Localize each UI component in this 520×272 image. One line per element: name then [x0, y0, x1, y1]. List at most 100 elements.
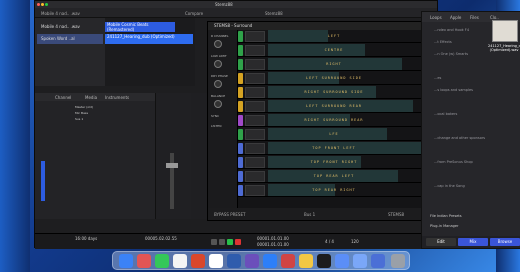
channel-lane[interactable]: TOP REAR RIGHT: [238, 184, 430, 197]
audio-clip[interactable]: Mobile Cosmic Beats (Remastered): [105, 22, 175, 32]
play-icon[interactable]: [227, 239, 233, 245]
tab-channel[interactable]: Channel: [55, 95, 71, 100]
brave-icon[interactable]: [191, 254, 205, 268]
record-icon[interactable]: [235, 239, 241, 245]
tab-instruments[interactable]: Instruments: [105, 95, 129, 100]
channel-lane[interactable]: TOP FRONT LEFT: [238, 142, 430, 155]
word-icon[interactable]: [227, 254, 241, 268]
browser-item[interactable]: ...from PreSonus Shop: [434, 160, 473, 164]
plugin-name[interactable]: Stemz88: [265, 11, 283, 16]
mixer-tabs: Channel Media Instruments: [35, 93, 155, 101]
browser-item[interactable]: ...s loops and samples: [434, 88, 473, 92]
side-label: DRY PHASE: [211, 74, 228, 78]
file-thumbnail[interactable]: [492, 20, 518, 42]
close-icon[interactable]: [37, 3, 40, 6]
desktop-file-label[interactable]: 241127_Hearing_dub (Optimized).wav: [488, 44, 520, 52]
teams-icon[interactable]: [245, 254, 259, 268]
presets-label[interactable]: File Indian Presets: [430, 214, 462, 218]
plugin-manager[interactable]: Plug-in Manager: [430, 224, 458, 228]
channel-lane[interactable]: CENTRE: [238, 44, 430, 57]
rewind-icon[interactable]: [211, 239, 217, 245]
tab-media[interactable]: Media: [85, 95, 97, 100]
mix-button[interactable]: Mix: [458, 238, 488, 246]
compare-button[interactable]: Compare: [185, 11, 203, 16]
track-list: Mobile 4 nad.. .wav Spoken Word ..al: [35, 18, 105, 86]
mixer-row[interactable]: Mic Bass: [75, 111, 105, 116]
plugin-footer: BYPASS PRESET Bus 1 STEMS8: [208, 208, 428, 220]
mixer-row[interactable]: Sus 1: [75, 117, 105, 122]
inspector-strip: [191, 93, 207, 219]
tab-apple[interactable]: Apple: [450, 15, 461, 20]
channel-lane[interactable]: LEFT SURROUND SIDE: [238, 72, 430, 85]
knob-icon[interactable]: [214, 60, 222, 68]
toolbar-track-name[interactable]: Mobile 4 nad.. .wav: [41, 11, 80, 16]
browser-item[interactable]: ...cap in the Song: [434, 184, 465, 188]
browser-item[interactable]: ...ocal bakers: [434, 112, 457, 116]
dock: [112, 251, 410, 270]
knob-icon[interactable]: [214, 40, 222, 48]
audio-clip[interactable]: 241127_Hearing_dub (Optimized): [105, 34, 193, 44]
transport-bar: 16:00 days 00005.02.02.55 00001.01.01.00…: [35, 233, 439, 249]
tab-loops[interactable]: Loops: [430, 15, 442, 20]
time-signature[interactable]: 4 / 4: [325, 239, 334, 244]
trash-icon[interactable]: [391, 254, 405, 268]
channel-lane[interactable]: RIGHT: [238, 58, 430, 71]
powerpoint-icon[interactable]: [281, 254, 295, 268]
fader-handle[interactable]: [166, 163, 178, 168]
zoom-icon[interactable]: [45, 3, 48, 6]
browser-item[interactable]: ...es: [434, 76, 441, 80]
plugin-title: STEMS8 - Surround: [208, 22, 428, 30]
channel-lane[interactable]: RIGHT SURROUND REAR: [238, 114, 430, 127]
browse-button[interactable]: Browse: [490, 238, 520, 246]
launchpad-icon[interactable]: [137, 254, 151, 268]
chrome-icon[interactable]: [173, 254, 187, 268]
calendar-icon[interactable]: [209, 254, 223, 268]
stop-icon[interactable]: [219, 239, 225, 245]
channel-lane[interactable]: TOP FRONT RIGHT: [238, 156, 430, 169]
bypass-preset[interactable]: BYPASS PRESET: [214, 212, 245, 217]
wallpaper-left: [0, 0, 30, 272]
messages-icon[interactable]: [155, 254, 169, 268]
tab-files[interactable]: Files: [470, 15, 479, 20]
mixer-row[interactable]: Master (old): [75, 105, 105, 110]
lane-label: TOP REAR LEFT: [313, 174, 355, 178]
lane-label: TOP REAR RIGHT: [312, 188, 356, 192]
browser-item[interactable]: ...n One (w) Smarts: [434, 52, 468, 56]
channel-lane[interactable]: TOP REAR LEFT: [238, 170, 430, 183]
track-row[interactable]: Mobile 4 nad.. .wav: [37, 22, 103, 32]
side-label: LISTEN: [211, 124, 222, 128]
channel-lane[interactable]: RIGHT SURROUND SIDE: [238, 86, 430, 99]
downloads-icon[interactable]: [353, 254, 367, 268]
edit-button[interactable]: Edit: [426, 238, 456, 246]
channel-lane[interactable]: LEFT: [238, 30, 430, 43]
knob-icon[interactable]: [214, 100, 222, 108]
knob-icon[interactable]: [214, 80, 222, 88]
notes-icon[interactable]: [299, 254, 313, 268]
side-label: SYNC: [211, 114, 220, 118]
lane-label: RIGHT SURROUND REAR: [304, 118, 364, 122]
mixer-panel: Master (old) Mic Bass Sus 1: [35, 101, 155, 219]
lane-label: LEFT SURROUND REAR: [306, 104, 362, 108]
documents-icon[interactable]: [371, 254, 385, 268]
finder-icon[interactable]: [119, 254, 133, 268]
studio-one-icon[interactable]: [317, 254, 331, 268]
side-label: BALANCE: [211, 94, 226, 98]
level-meter: [41, 161, 45, 201]
browser-item[interactable]: ...t Effects: [434, 40, 452, 44]
arrangement: Mobile Cosmic Beats (Remastered) 241127_…: [105, 18, 195, 86]
track-row[interactable]: Spoken Word ..al: [37, 34, 103, 44]
tempo[interactable]: 120: [351, 239, 359, 244]
side-label: R CHANNEL: [211, 34, 229, 38]
browser-item[interactable]: ...change and other sponsors: [434, 136, 485, 140]
browser-item[interactable]: ...ndex and Hook F4: [434, 28, 469, 32]
minimize-icon[interactable]: [41, 3, 44, 6]
daw-window: Stemz88 Mobile 4 nad.. .wav Compare Stem…: [34, 0, 520, 249]
folder-icon[interactable]: [335, 254, 349, 268]
lane-label: CENTRE: [324, 48, 344, 52]
channel-lane[interactable]: LEFT SURROUND REAR: [238, 100, 430, 113]
bus-select[interactable]: Bus 1: [304, 212, 315, 217]
channel-lane[interactable]: LFE: [238, 128, 430, 141]
channel-fader[interactable]: [155, 93, 191, 219]
outlook-icon[interactable]: [263, 254, 277, 268]
channel-lanes: LEFT CENTRE RIGHT LEFT SURROUND SIDE RIGHT S…: [238, 30, 430, 210]
